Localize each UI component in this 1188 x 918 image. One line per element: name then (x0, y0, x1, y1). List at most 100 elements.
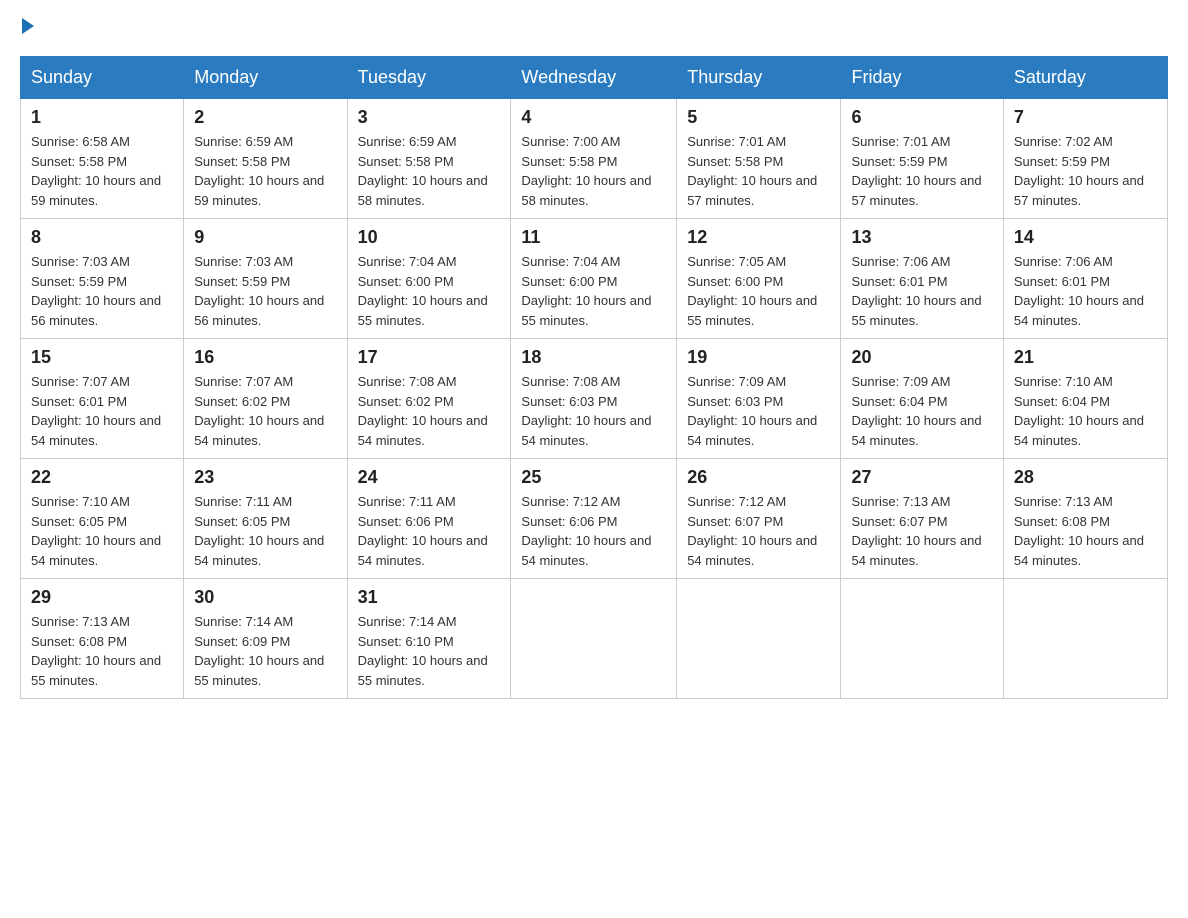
day-number: 25 (521, 467, 666, 488)
day-info: Sunrise: 6:59 AMSunset: 5:58 PMDaylight:… (358, 132, 501, 210)
week-row-2: 8 Sunrise: 7:03 AMSunset: 5:59 PMDaylight… (21, 219, 1168, 339)
day-number: 6 (851, 107, 992, 128)
day-number: 27 (851, 467, 992, 488)
calendar-cell: 27 Sunrise: 7:13 AMSunset: 6:07 PMDayligh… (841, 459, 1003, 579)
day-info: Sunrise: 6:58 AMSunset: 5:58 PMDaylight:… (31, 132, 173, 210)
day-number: 1 (31, 107, 173, 128)
calendar-cell: 13 Sunrise: 7:06 AMSunset: 6:01 PMDayligh… (841, 219, 1003, 339)
calendar-cell: 11Sunrise: 7:04 AMSunset: 6:00 PMDayligh… (511, 219, 677, 339)
day-info: Sunrise: 7:13 AMSunset: 6:08 PMDaylight:… (1014, 492, 1157, 570)
day-number: 29 (31, 587, 173, 608)
calendar-cell (841, 579, 1003, 699)
day-info: Sunrise: 7:05 AMSunset: 6:00 PMDaylight:… (687, 252, 830, 330)
day-info: Sunrise: 7:14 AMSunset: 6:10 PMDaylight:… (358, 612, 501, 690)
calendar-cell: 23Sunrise: 7:11 AMSunset: 6:05 PMDayligh… (184, 459, 347, 579)
calendar-cell (677, 579, 841, 699)
day-number: 17 (358, 347, 501, 368)
day-number: 2 (194, 107, 336, 128)
calendar-cell: 16 Sunrise: 7:07 AMSunset: 6:02 PMDayligh… (184, 339, 347, 459)
day-info: Sunrise: 7:04 AMSunset: 6:00 PMDaylight:… (358, 252, 501, 330)
day-info: Sunrise: 7:08 AMSunset: 6:02 PMDaylight:… (358, 372, 501, 450)
week-row-5: 29 Sunrise: 7:13 AMSunset: 6:08 PMDayligh… (21, 579, 1168, 699)
day-info: Sunrise: 7:09 AMSunset: 6:03 PMDaylight:… (687, 372, 830, 450)
day-number: 19 (687, 347, 830, 368)
calendar-cell: 19 Sunrise: 7:09 AMSunset: 6:03 PMDayligh… (677, 339, 841, 459)
calendar-cell: 5 Sunrise: 7:01 AMSunset: 5:58 PMDaylight… (677, 99, 841, 219)
week-row-4: 22Sunrise: 7:10 AMSunset: 6:05 PMDayligh… (21, 459, 1168, 579)
day-number: 8 (31, 227, 173, 248)
day-number: 31 (358, 587, 501, 608)
day-info: Sunrise: 7:10 AMSunset: 6:05 PMDaylight:… (31, 492, 173, 570)
day-number: 26 (687, 467, 830, 488)
logo-arrow-icon (22, 18, 34, 34)
calendar-table: SundayMondayTuesdayWednesdayThursdayFrid… (20, 56, 1168, 699)
day-number: 16 (194, 347, 336, 368)
day-number: 5 (687, 107, 830, 128)
calendar-cell: 18 Sunrise: 7:08 AMSunset: 6:03 PMDayligh… (511, 339, 677, 459)
weekday-header-monday: Monday (184, 57, 347, 99)
weekday-header-wednesday: Wednesday (511, 57, 677, 99)
day-info: Sunrise: 7:06 AMSunset: 6:01 PMDaylight:… (1014, 252, 1157, 330)
day-info: Sunrise: 7:08 AMSunset: 6:03 PMDaylight:… (521, 372, 666, 450)
day-number: 9 (194, 227, 336, 248)
calendar-cell: 14 Sunrise: 7:06 AMSunset: 6:01 PMDayligh… (1003, 219, 1167, 339)
day-info: Sunrise: 7:07 AMSunset: 6:02 PMDaylight:… (194, 372, 336, 450)
calendar-cell: 8Sunrise: 7:03 AMSunset: 5:59 PMDaylight… (21, 219, 184, 339)
calendar-cell: 21Sunrise: 7:10 AMSunset: 6:04 PMDayligh… (1003, 339, 1167, 459)
calendar-cell: 22Sunrise: 7:10 AMSunset: 6:05 PMDayligh… (21, 459, 184, 579)
calendar-cell: 3 Sunrise: 6:59 AMSunset: 5:58 PMDaylight… (347, 99, 511, 219)
day-number: 7 (1014, 107, 1157, 128)
day-number: 30 (194, 587, 336, 608)
page-header (20, 20, 1168, 36)
day-info: Sunrise: 7:03 AMSunset: 5:59 PMDaylight:… (194, 252, 336, 330)
calendar-cell: 25 Sunrise: 7:12 AMSunset: 6:06 PMDayligh… (511, 459, 677, 579)
calendar-cell: 2 Sunrise: 6:59 AMSunset: 5:58 PMDaylight… (184, 99, 347, 219)
calendar-cell: 31 Sunrise: 7:14 AMSunset: 6:10 PMDayligh… (347, 579, 511, 699)
day-number: 14 (1014, 227, 1157, 248)
calendar-cell: 30 Sunrise: 7:14 AMSunset: 6:09 PMDayligh… (184, 579, 347, 699)
day-info: Sunrise: 7:04 AMSunset: 6:00 PMDaylight:… (521, 252, 666, 330)
calendar-cell: 4Sunrise: 7:00 AMSunset: 5:58 PMDaylight… (511, 99, 677, 219)
day-number: 24 (358, 467, 501, 488)
day-info: Sunrise: 7:09 AMSunset: 6:04 PMDaylight:… (851, 372, 992, 450)
calendar-cell: 17 Sunrise: 7:08 AMSunset: 6:02 PMDayligh… (347, 339, 511, 459)
weekday-header-sunday: Sunday (21, 57, 184, 99)
logo (20, 20, 34, 36)
day-number: 4 (521, 107, 666, 128)
day-info: Sunrise: 6:59 AMSunset: 5:58 PMDaylight:… (194, 132, 336, 210)
day-number: 3 (358, 107, 501, 128)
calendar-cell: 10 Sunrise: 7:04 AMSunset: 6:00 PMDayligh… (347, 219, 511, 339)
day-number: 15 (31, 347, 173, 368)
day-number: 21 (1014, 347, 1157, 368)
day-number: 18 (521, 347, 666, 368)
day-info: Sunrise: 7:01 AMSunset: 5:59 PMDaylight:… (851, 132, 992, 210)
calendar-cell (511, 579, 677, 699)
day-info: Sunrise: 7:11 AMSunset: 6:05 PMDaylight:… (194, 492, 336, 570)
calendar-cell: 6 Sunrise: 7:01 AMSunset: 5:59 PMDaylight… (841, 99, 1003, 219)
week-row-3: 15 Sunrise: 7:07 AMSunset: 6:01 PMDayligh… (21, 339, 1168, 459)
day-info: Sunrise: 7:13 AMSunset: 6:08 PMDaylight:… (31, 612, 173, 690)
calendar-cell: 29 Sunrise: 7:13 AMSunset: 6:08 PMDayligh… (21, 579, 184, 699)
day-info: Sunrise: 7:13 AMSunset: 6:07 PMDaylight:… (851, 492, 992, 570)
day-number: 20 (851, 347, 992, 368)
day-number: 12 (687, 227, 830, 248)
calendar-cell: 28Sunrise: 7:13 AMSunset: 6:08 PMDayligh… (1003, 459, 1167, 579)
day-info: Sunrise: 7:14 AMSunset: 6:09 PMDaylight:… (194, 612, 336, 690)
day-info: Sunrise: 7:06 AMSunset: 6:01 PMDaylight:… (851, 252, 992, 330)
weekday-header-tuesday: Tuesday (347, 57, 511, 99)
day-info: Sunrise: 7:01 AMSunset: 5:58 PMDaylight:… (687, 132, 830, 210)
day-number: 13 (851, 227, 992, 248)
calendar-cell: 24Sunrise: 7:11 AMSunset: 6:06 PMDayligh… (347, 459, 511, 579)
week-row-1: 1 Sunrise: 6:58 AMSunset: 5:58 PMDaylight… (21, 99, 1168, 219)
weekday-header-saturday: Saturday (1003, 57, 1167, 99)
day-info: Sunrise: 7:12 AMSunset: 6:07 PMDaylight:… (687, 492, 830, 570)
calendar-cell: 26 Sunrise: 7:12 AMSunset: 6:07 PMDayligh… (677, 459, 841, 579)
day-info: Sunrise: 7:07 AMSunset: 6:01 PMDaylight:… (31, 372, 173, 450)
calendar-cell: 15 Sunrise: 7:07 AMSunset: 6:01 PMDayligh… (21, 339, 184, 459)
calendar-cell (1003, 579, 1167, 699)
day-info: Sunrise: 7:12 AMSunset: 6:06 PMDaylight:… (521, 492, 666, 570)
day-number: 10 (358, 227, 501, 248)
calendar-cell: 20 Sunrise: 7:09 AMSunset: 6:04 PMDayligh… (841, 339, 1003, 459)
calendar-cell: 12 Sunrise: 7:05 AMSunset: 6:00 PMDayligh… (677, 219, 841, 339)
calendar-cell: 9 Sunrise: 7:03 AMSunset: 5:59 PMDaylight… (184, 219, 347, 339)
